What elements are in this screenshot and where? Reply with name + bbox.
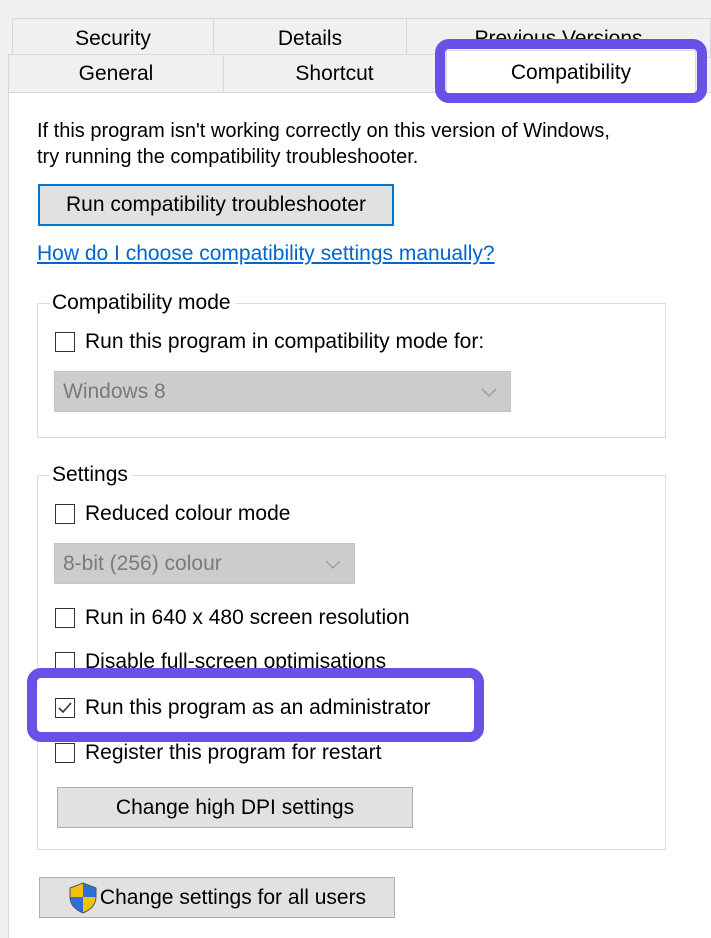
compat-os-select-value: Windows 8 — [63, 379, 166, 403]
resolution-label: Run in 640 x 480 screen resolution — [85, 606, 410, 629]
uac-shield-icon — [69, 881, 97, 914]
reduced-colour-label: Reduced colour mode — [85, 502, 291, 525]
change-all-users-label: Change settings for all users — [99, 885, 367, 909]
checkmark-icon — [58, 702, 72, 714]
run-troubleshooter-label: Run compatibility troubleshooter — [66, 193, 366, 216]
colour-depth-select: 8-bit (256) colour — [54, 543, 355, 584]
settings-legend: Settings — [50, 463, 132, 487]
compat-mode-checkbox[interactable] — [55, 332, 75, 352]
compatibility-tab-highlight-frame — [435, 39, 707, 103]
colour-depth-select-value: 8-bit (256) colour — [63, 551, 222, 575]
resolution-row[interactable]: Run in 640 x 480 screen resolution — [55, 606, 410, 630]
compat-mode-checkbox-row[interactable]: Run this program in compatibility mode f… — [55, 330, 484, 354]
intro-line-1: If this program isn't working correctly … — [37, 120, 610, 142]
intro-line-2: try running the compatibility troublesho… — [37, 146, 419, 168]
tab-general[interactable]: General — [8, 54, 224, 93]
tab-security-label: Security — [75, 27, 151, 50]
compatibility-mode-legend: Compatibility mode — [50, 291, 235, 315]
reduced-colour-checkbox[interactable] — [55, 504, 75, 524]
help-link[interactable]: How do I choose compatibility settings m… — [37, 242, 495, 266]
tab-security[interactable]: Security — [12, 18, 214, 58]
compat-os-select: Windows 8 — [54, 371, 511, 412]
register-restart-checkbox[interactable] — [55, 743, 75, 763]
run-as-admin-row[interactable]: Run this program as an administrator — [55, 696, 431, 720]
run-troubleshooter-button[interactable]: Run compatibility troubleshooter — [38, 184, 394, 226]
tab-shortcut[interactable]: Shortcut — [223, 54, 446, 93]
tab-details[interactable]: Details — [213, 18, 407, 58]
compat-mode-checkbox-label: Run this program in compatibility mode f… — [85, 330, 485, 353]
tab-details-label: Details — [277, 27, 343, 50]
run-as-admin-checkbox[interactable] — [55, 698, 75, 718]
tab-shortcut-label: Shortcut — [295, 61, 374, 85]
change-high-dpi-label: Change high DPI settings — [115, 795, 355, 819]
intro-text: If this program isn't working correctly … — [37, 118, 610, 170]
tab-general-label: General — [78, 61, 154, 85]
chevron-down-icon — [481, 387, 497, 397]
resolution-checkbox[interactable] — [55, 608, 75, 628]
register-restart-row[interactable]: Register this program for restart — [55, 741, 381, 765]
chevron-down-icon — [325, 559, 341, 569]
reduced-colour-row[interactable]: Reduced colour mode — [55, 502, 290, 526]
register-restart-label: Register this program for restart — [85, 741, 382, 764]
run-as-admin-label: Run this program as an administrator — [85, 696, 431, 719]
change-all-users-button[interactable]: Change settings for all users — [39, 877, 395, 918]
change-high-dpi-button[interactable]: Change high DPI settings — [57, 787, 413, 828]
